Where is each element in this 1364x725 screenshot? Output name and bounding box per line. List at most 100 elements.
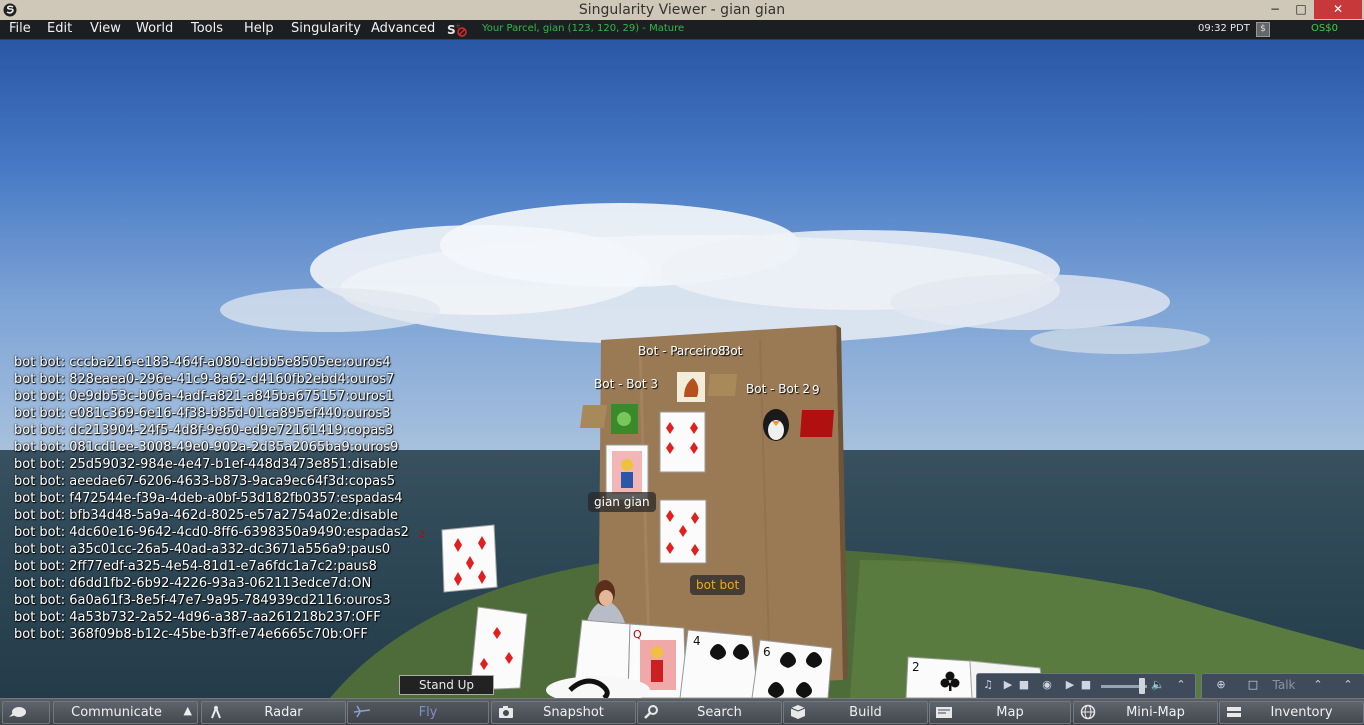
chat-line: bot bot: 368f09b8-b12c-45be-b3ff-e74e666… — [14, 627, 368, 642]
placemat-top — [708, 374, 737, 396]
chevron-up-icon[interactable]: ▲ — [184, 704, 192, 717]
chat-history: bot bot: cccba216-e183-464f-a080-dcbb5e8… — [14, 355, 409, 644]
hand-card-3-rank: Q — [633, 628, 642, 641]
menu-view[interactable]: View — [90, 21, 121, 36]
floating-card — [441, 524, 498, 593]
chat-line: bot bot: dc213904-24f5-4d8f-9e60-ed9e721… — [14, 423, 394, 438]
inventory-label: Inventory — [1270, 705, 1333, 720]
expand-media-icon[interactable]: ⌃ — [1173, 678, 1189, 693]
menu-tools[interactable]: Tools — [191, 21, 223, 36]
map-button[interactable]: Map — [929, 701, 1071, 724]
chat-line: bot bot: 0e9db53c-b06a-4adf-a821-a845ba6… — [14, 389, 394, 404]
media-icon[interactable]: ◉ — [1037, 678, 1057, 693]
camera-icon — [499, 706, 513, 718]
svg-text:+: + — [455, 22, 461, 30]
bottom-toolbar: Communicate ▲ Radar Fly Snapshot Search — [0, 698, 1364, 725]
clubs-card-rank: 2 — [912, 660, 920, 674]
chat-line: bot bot: 2ff77edf-a325-4e54-81d1-e7a6fdc… — [14, 559, 377, 574]
red-card-back — [800, 410, 834, 437]
buy-currency-button[interactable]: $ — [1256, 22, 1270, 37]
minimap-label: Mini-Map — [1126, 705, 1185, 720]
map-icon — [936, 707, 952, 718]
balance[interactable]: OS$0 — [1311, 23, 1338, 34]
close-button[interactable]: ✕ — [1314, 0, 1362, 19]
parcel-flags-icon[interactable]: S + — [446, 22, 470, 38]
seat-label-bot3: Bot - Bot 3 — [594, 377, 658, 391]
search-icon — [644, 705, 658, 719]
maximize-button[interactable]: □ — [1288, 0, 1314, 19]
radar-label: Radar — [264, 705, 303, 720]
floating-card-rank: 2 — [419, 530, 425, 540]
talk-lock-icon[interactable]: □ — [1246, 678, 1260, 693]
media-play-icon[interactable]: ▶ — [1063, 678, 1077, 693]
chat-bubble-icon — [9, 707, 26, 717]
seat-label-parceiro: Bot - Parceiro Bot — [638, 344, 743, 358]
fly-icon — [353, 705, 371, 718]
menu-file[interactable]: File — [9, 21, 31, 36]
speaker-icon[interactable]: 🔈 — [1151, 678, 1165, 693]
menu-advanced[interactable]: Advanced — [371, 21, 435, 36]
hand-card-4[interactable] — [679, 629, 759, 698]
inventory-button[interactable]: Inventory — [1219, 701, 1364, 724]
bot-avatar-penguin-icon — [763, 409, 789, 441]
menu-world[interactable]: World — [136, 21, 173, 36]
search-button[interactable]: Search — [637, 701, 782, 724]
music-stop-icon[interactable]: ■ — [1017, 678, 1031, 693]
chat-line: bot bot: e081c369-6e16-4f38-b85d-01ca895… — [14, 406, 391, 421]
stand-up-button[interactable]: Stand Up — [399, 675, 494, 695]
radar-button[interactable]: Radar — [201, 701, 346, 724]
collapse-voice-icon[interactable]: ⌃ — [1340, 678, 1356, 693]
chat-line: bot bot: 4dc60e16-9642-4cd0-8ff6-6398350… — [14, 525, 409, 540]
expand-voice-icon[interactable]: ⌃ — [1310, 678, 1326, 693]
menu-help[interactable]: Help — [244, 21, 274, 36]
communicate-button[interactable]: Communicate ▲ — [53, 701, 198, 724]
media-controls: ♫ ▶ ■ ◉ ▶ ■ 🔈 ⌃ — [976, 673, 1196, 700]
chat-line: bot bot: 4a53b732-2a52-4d96-a387-aa26121… — [14, 610, 381, 625]
radar-icon — [211, 705, 221, 719]
window-title: Singularity Viewer - gian gian — [578, 2, 786, 18]
played-card-top — [659, 411, 706, 473]
chat-line: bot bot: d6dd1fb2-6b92-4226-93a3-062113e… — [14, 576, 372, 591]
placemat-left — [580, 405, 607, 428]
cube-icon — [790, 705, 806, 719]
chat-line: bot bot: cccba216-e183-464f-a080-dcbb5e8… — [14, 355, 391, 370]
chat-line: bot bot: 828eaea0-296e-41c9-8a62-d4160fb… — [14, 372, 395, 387]
build-label: Build — [849, 705, 882, 720]
seat-label-bot2: Bot - Bot 2 — [746, 382, 810, 396]
build-button[interactable]: Build — [783, 701, 928, 724]
talk-button[interactable]: Talk — [1264, 678, 1304, 693]
chat-line: bot bot: aeedae67-6206-4633-b873-9aca9ec… — [14, 474, 396, 489]
voice-status-icon[interactable]: ⊕ — [1206, 678, 1236, 693]
minimap-button[interactable]: Mini-Map — [1073, 701, 1218, 724]
snapshot-button[interactable]: Snapshot — [491, 701, 636, 724]
snapshot-label: Snapshot — [543, 705, 604, 720]
volume-slider-thumb[interactable] — [1139, 678, 1145, 694]
hand-card-5-rank: 6 — [763, 645, 771, 659]
played-card-bottom — [659, 499, 707, 564]
voice-controls: ⊕ □ Talk ⌃ ⌃ — [1201, 673, 1364, 700]
seat-count-top: 8 — [718, 344, 726, 358]
menu-bar: File Edit View World Tools Help Singular… — [0, 20, 1364, 40]
chat-line: bot bot: a35c01cc-26a5-40ad-a332-dc3671a… — [14, 542, 391, 557]
chat-bar-button[interactable] — [2, 701, 50, 724]
chat-line: bot bot: 25d59032-984e-4e47-b1ef-448d347… — [14, 457, 398, 472]
chat-line: bot bot: f472544e-f39a-4deb-a0bf-53d182f… — [14, 491, 403, 506]
chat-line: bot bot: bfb34d48-5a9a-462d-8025-e57a275… — [14, 508, 398, 523]
media-stop-icon[interactable]: ■ — [1079, 678, 1093, 693]
search-label: Search — [697, 705, 742, 720]
fly-label: Fly — [418, 705, 438, 720]
clock: 09:32 PDT — [1198, 23, 1250, 34]
music-play-icon[interactable]: ▶ — [1001, 678, 1015, 693]
parcel-info[interactable]: Your Parcel, gian (123, 120, 29) - Matur… — [482, 23, 684, 34]
bot-name-tag[interactable]: bot bot — [690, 575, 746, 595]
fly-button[interactable]: Fly — [347, 701, 489, 724]
map-label: Map — [996, 705, 1024, 720]
music-icon[interactable]: ♫ — [980, 678, 996, 693]
menu-edit[interactable]: Edit — [47, 21, 72, 36]
minimize-button[interactable]: − — [1262, 0, 1288, 19]
globe-icon — [1080, 704, 1096, 720]
menu-singularity[interactable]: Singularity — [291, 21, 361, 36]
avatar-name-tag[interactable]: gian gian — [588, 492, 656, 512]
chat-line: bot bot: 6a0a61f3-8e5f-47e7-9a95-784939c… — [14, 593, 391, 608]
window-title-bar: Singularity Viewer - gian gian − □ ✕ — [0, 0, 1364, 21]
